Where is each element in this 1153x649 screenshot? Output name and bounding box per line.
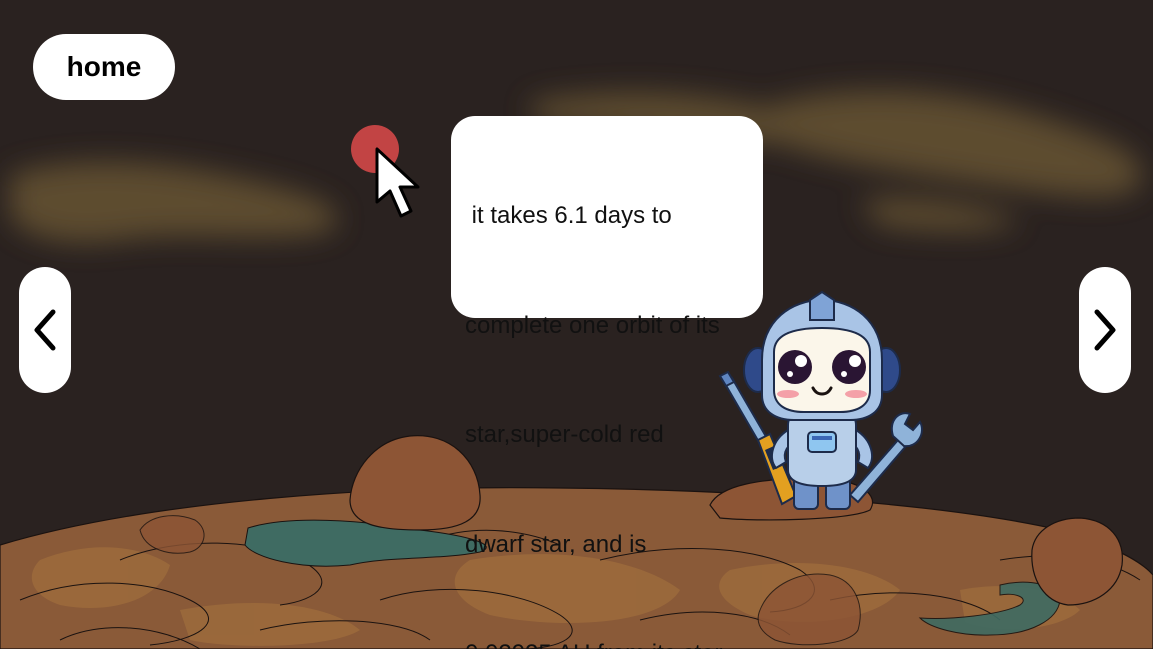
chevron-right-icon [1094, 309, 1116, 351]
robot-left-eye [778, 350, 812, 384]
fact-line-5: 0.02925 AU from its star. [465, 636, 753, 649]
previous-button[interactable] [19, 267, 71, 393]
robot-chest-panel [807, 431, 837, 453]
next-button[interactable] [1079, 267, 1131, 393]
robot-right-eye [832, 350, 866, 384]
robot-mechanic-icon[interactable] [710, 290, 930, 520]
fact-line-1: it takes 6.1 days to [465, 202, 672, 229]
home-button[interactable]: home [33, 34, 175, 100]
fact-line-4: dwarf star, and is [465, 530, 647, 558]
fact-speech-bubble: it takes 6.1 days to complete one orbit … [451, 116, 763, 649]
mouse-pointer-icon [375, 147, 420, 218]
chevron-left-icon [34, 309, 56, 351]
game-scene: home it takes 6.1 days to complete one o… [0, 0, 1153, 649]
rock-large-center [349, 435, 481, 531]
